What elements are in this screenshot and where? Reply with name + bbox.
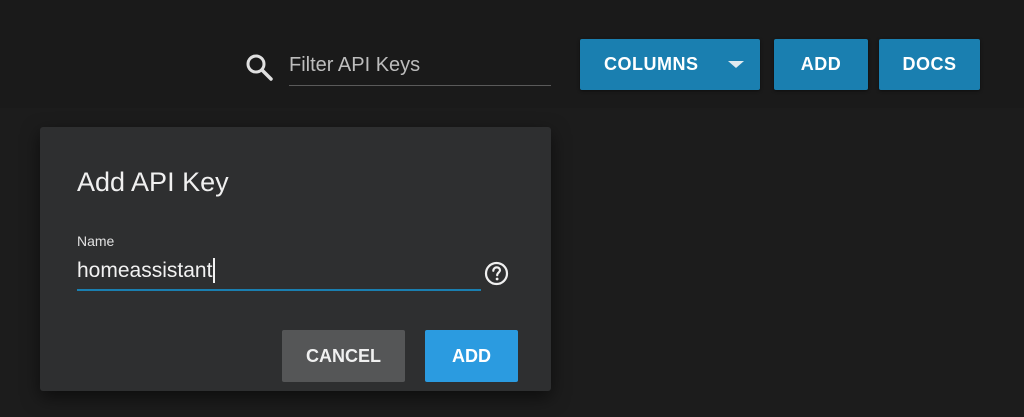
help-circle-icon[interactable] [484, 261, 509, 286]
search-icon [246, 54, 273, 81]
add-button-label: ADD [800, 54, 842, 74]
cancel-button-label: CANCEL [306, 345, 381, 366]
docs-button[interactable]: DOCS [879, 39, 980, 90]
add-api-key-dialog: Add API Key Name CANCEL ADD [40, 127, 551, 391]
docs-button-label: DOCS [902, 54, 957, 74]
filter-search-input[interactable] [289, 46, 551, 86]
chevron-down-icon[interactable] [728, 61, 744, 68]
text-cursor [213, 258, 215, 283]
columns-button-label: COLUMNS [604, 54, 699, 74]
columns-button[interactable]: COLUMNS [580, 39, 760, 90]
add-button[interactable]: ADD [774, 39, 868, 90]
dialog-title: Add API Key [77, 167, 229, 197]
cancel-button[interactable]: CANCEL [282, 330, 405, 382]
toolbar: COLUMNS ADD DOCS [0, 0, 1024, 108]
name-field[interactable] [77, 253, 481, 291]
name-field-label: Name [77, 233, 115, 249]
dialog-add-button-label: ADD [452, 345, 491, 366]
dialog-add-button[interactable]: ADD [425, 330, 518, 382]
app-page: COLUMNS ADD DOCS Add API Key Name CANCEL… [0, 0, 1024, 417]
